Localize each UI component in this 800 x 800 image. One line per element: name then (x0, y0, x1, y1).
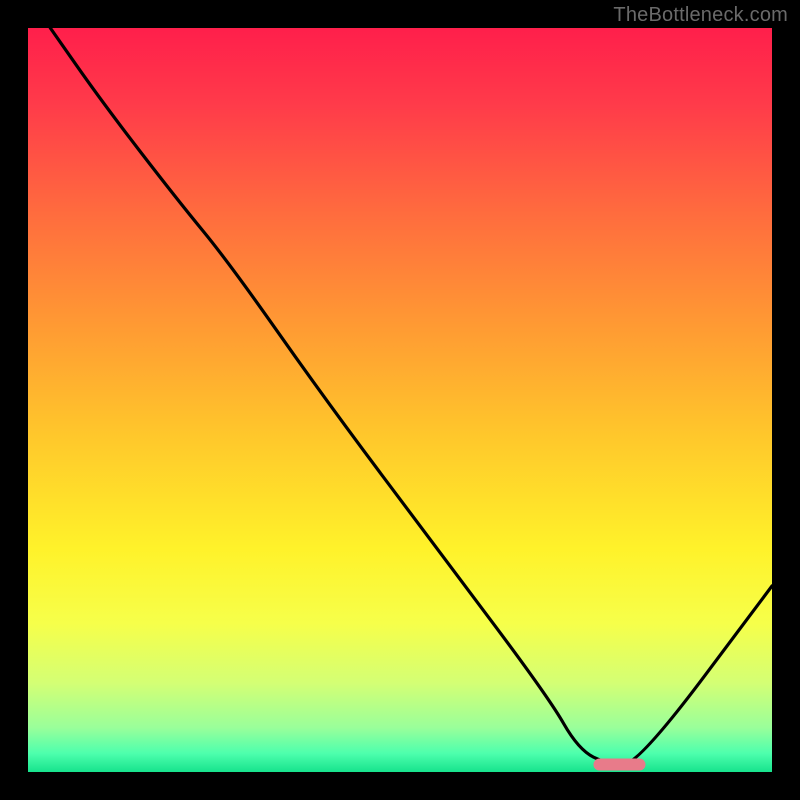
watermark-text: TheBottleneck.com (613, 4, 788, 27)
bottleneck-curve (28, 28, 772, 772)
plot-area (28, 28, 772, 772)
optimal-marker (593, 759, 645, 771)
chart-frame: TheBottleneck.com (0, 0, 800, 800)
